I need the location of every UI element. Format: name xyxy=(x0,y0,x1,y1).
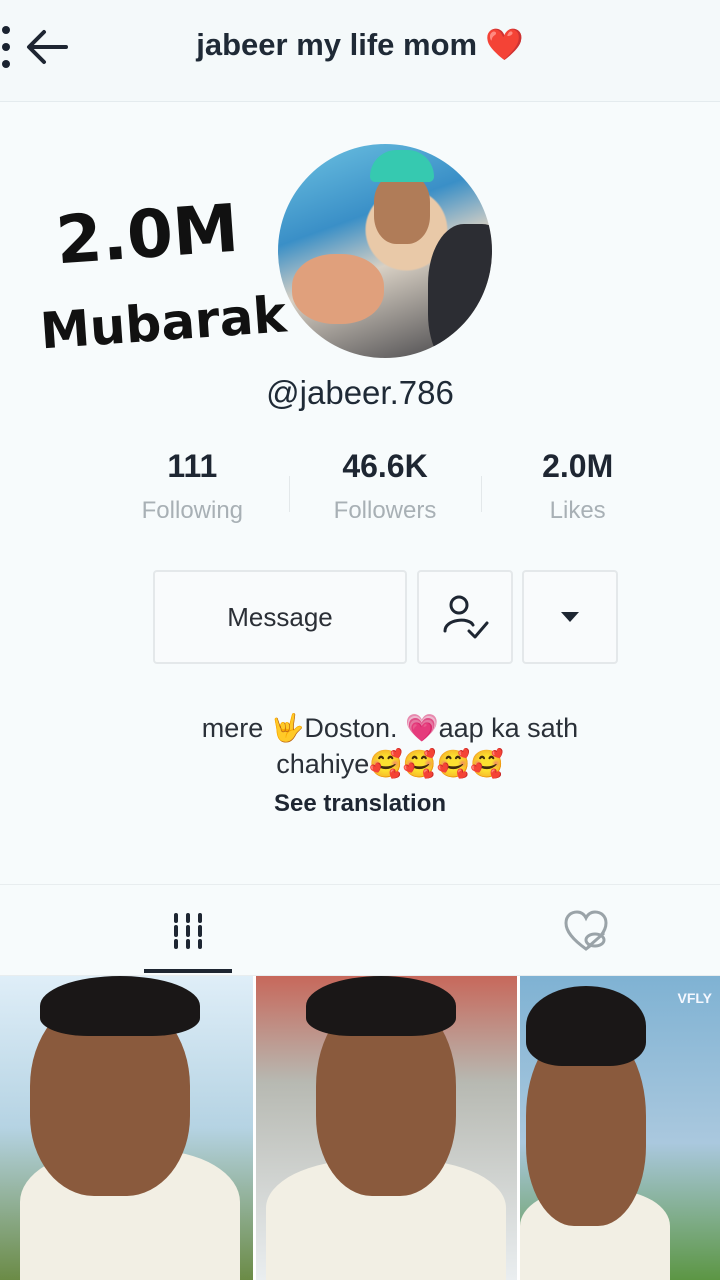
tab-liked[interactable] xyxy=(536,885,636,977)
likes-count: 2.0M xyxy=(542,448,614,484)
followers-label: Followers xyxy=(333,497,437,524)
suggestions-dropdown-button[interactable] xyxy=(522,570,618,664)
overlay-congrats: Mubarak xyxy=(38,285,289,361)
following-label: Following xyxy=(141,497,244,524)
stat-following[interactable]: 111 Following xyxy=(96,448,289,538)
bio-line-2: chahiye🥰🥰🥰🥰 xyxy=(276,749,504,779)
video-thumbnail[interactable]: VFLY xyxy=(520,976,720,1280)
likes-label: Likes xyxy=(549,497,606,524)
content-tabs xyxy=(0,884,720,976)
tab-videos[interactable] xyxy=(138,885,238,977)
see-translation-link[interactable]: See translation xyxy=(0,790,720,818)
heart-icon: ❤️ xyxy=(485,27,524,62)
hidden-heart-icon xyxy=(564,910,608,951)
user-check-icon xyxy=(443,595,489,639)
title-text: jabeer my life mom xyxy=(196,27,478,62)
username: @jabeer.786 xyxy=(266,374,454,411)
message-button[interactable]: Message xyxy=(153,570,407,664)
avatar[interactable] xyxy=(278,144,492,358)
following-count: 111 xyxy=(167,448,218,484)
video-grid: VFLY xyxy=(0,976,720,1280)
stat-likes[interactable]: 2.0M Likes xyxy=(481,448,674,538)
video-thumbnail[interactable] xyxy=(0,976,253,1280)
stats-row: 111 Following 46.6K Followers 2.0M Likes xyxy=(96,448,674,538)
grid-icon xyxy=(174,913,202,949)
stat-followers[interactable]: 46.6K Followers xyxy=(288,448,482,538)
page-title: jabeer my life mom ❤️ xyxy=(0,26,720,63)
followers-count: 46.6K xyxy=(342,448,428,484)
video-thumbnail[interactable] xyxy=(256,976,517,1280)
watermark: VFLY xyxy=(677,990,713,1006)
overlay-milestone: 2.0M xyxy=(53,189,242,280)
bio-line-1: mere 🤟Doston. 💗aap ka sath xyxy=(201,713,579,743)
top-bar: jabeer my life mom ❤️ xyxy=(0,0,720,102)
caret-down-icon xyxy=(561,612,579,622)
following-status-button[interactable] xyxy=(417,570,513,664)
active-tab-indicator xyxy=(144,969,232,973)
